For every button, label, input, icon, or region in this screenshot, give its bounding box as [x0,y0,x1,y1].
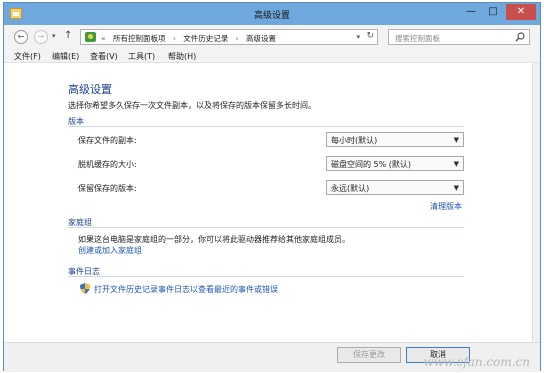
select-value: 永远(默认) [331,184,370,193]
watermark: www.cfan.com.cn [423,355,530,369]
section-divider [68,126,464,127]
shield-icon [80,283,90,294]
menu-help[interactable]: 帮助(H) [168,51,196,62]
section-divider [68,276,464,277]
create-join-homegroup-link[interactable]: 创建或加入家庭组 [78,245,142,256]
close-button[interactable]: ✕ [506,4,536,20]
label-save-copies: 保存文件的副本: [78,136,137,145]
section-divider [68,227,464,228]
menu-view[interactable]: 查看(V) [90,51,118,62]
breadcrumb-advanced-settings[interactable]: 高级设置 [246,34,276,43]
breadcrumb-file-history[interactable]: 文件历史记录 [183,34,228,43]
homegroup-description: 如果这台电脑是家庭组的一部分，你可以将此驱动器推荐给其他家庭组成员。 [78,235,350,244]
search-placeholder: 搜索控制面板 [395,34,440,43]
maximize-button[interactable]: □ [482,4,504,20]
menu-bar: 文件(F) 编辑(E) 查看(V) 工具(T) 帮助(H) [4,49,540,63]
control-panel-icon [85,32,96,42]
label-keep-versions: 保留保存的版本: [78,184,137,193]
minimize-button[interactable]: — [460,4,482,20]
forward-button[interactable]: → [34,30,48,44]
title-bar[interactable]: 高级设置 — □ ✕ [4,3,540,25]
menu-tools[interactable]: 工具(T) [128,51,155,62]
vertical-scrollbar[interactable] [532,63,540,342]
breadcrumb-separator[interactable]: › [173,34,176,43]
chevron-down-icon: ▼ [453,160,459,168]
footer-bar: 保存更改 取消 www.cfan.com.cn [4,342,540,372]
select-value: 磁盘空间的 5% (默认) [331,160,412,169]
open-event-log-link[interactable]: 打开文件历史记录事件日志以查看最近的事件或错误 [94,284,278,295]
save-copies-select[interactable]: 每小时(默认) ▼ [326,132,464,147]
up-button[interactable]: ↑ [64,30,72,41]
settings-panel: 高级设置 选择你希望多久保存一次文件副本，以及将保存的版本保留多长时间。 版本 … [4,63,534,342]
page-description: 选择你希望多久保存一次文件副本，以及将保存的版本保留多长时间。 [68,101,316,110]
app-window: 高级设置 — □ ✕ ← → ▾ ↑ « 所有控制面板项 › 文件历史记录 › … [3,2,541,372]
select-value: 每小时(默认) [331,136,378,145]
menu-edit[interactable]: 编辑(E) [52,51,79,62]
menu-file[interactable]: 文件(F) [14,51,41,62]
keep-versions-select[interactable]: 永远(默认) ▼ [326,180,464,195]
refresh-icon[interactable]: ↻ [366,31,374,41]
search-icon[interactable] [515,32,525,42]
address-dropdown-icon[interactable]: ▾ [356,33,360,41]
navigation-bar: ← → ▾ ↑ « 所有控制面板项 › 文件历史记录 › 高级设置 ▾ ↻ 搜索… [4,25,540,49]
breadcrumb: « 所有控制面板项 › 文件历史记录 › 高级设置 [101,33,281,44]
save-changes-button[interactable]: 保存更改 [337,347,401,363]
breadcrumb-overflow[interactable]: « [101,34,106,43]
back-button[interactable]: ← [14,30,28,44]
breadcrumb-all-control-panel-items[interactable]: 所有控制面板项 [113,34,166,43]
search-input[interactable]: 搜索控制面板 [388,29,530,45]
cleanup-versions-link[interactable]: 清理版本 [430,201,462,212]
page-title: 高级设置 [68,83,112,96]
recent-locations-icon[interactable]: ▾ [52,32,56,40]
chevron-down-icon: ▼ [453,136,459,144]
label-offline-cache: 脱机缓存的大小: [78,160,137,169]
address-bar[interactable]: « 所有控制面板项 › 文件历史记录 › 高级设置 ▾ ↻ [80,29,378,45]
chevron-down-icon: ▼ [453,184,459,192]
breadcrumb-separator[interactable]: › [236,34,239,43]
offline-cache-select[interactable]: 磁盘空间的 5% (默认) ▼ [326,156,464,171]
